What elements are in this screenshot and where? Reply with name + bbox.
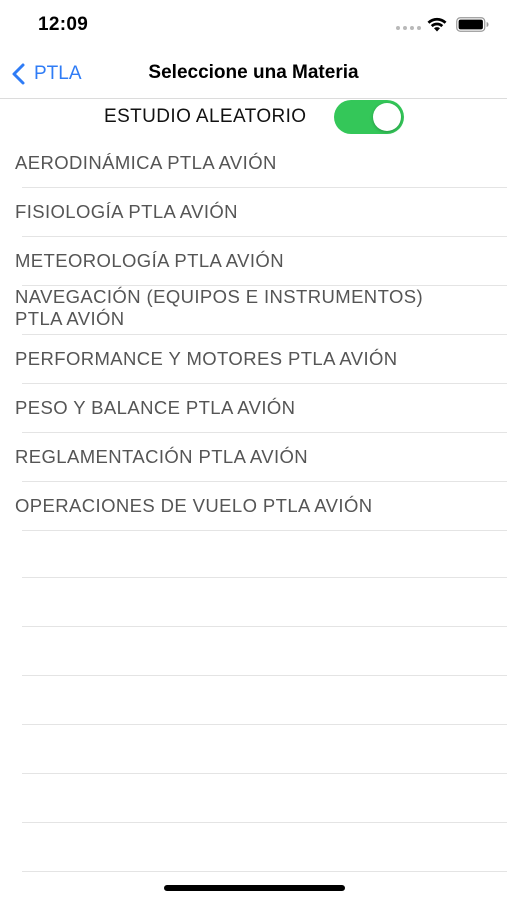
list-item-label: AERODINÁMICA PTLA AVIÓN bbox=[15, 152, 277, 173]
list-item-reglamentacion[interactable]: REGLAMENTACIÓN PTLA AVIÓN bbox=[15, 433, 507, 482]
list-item-label: PERFORMANCE Y MOTORES PTLA AVIÓN bbox=[15, 348, 398, 369]
status-time: 12:09 bbox=[38, 14, 89, 35]
list-item-label: PESO Y BALANCE PTLA AVIÓN bbox=[15, 397, 296, 418]
list-item-label: METEOROLOGÍA PTLA AVIÓN bbox=[15, 250, 284, 271]
empty-row bbox=[22, 725, 507, 774]
page-title: Seleccione una Materia bbox=[148, 62, 359, 83]
empty-row bbox=[22, 578, 507, 627]
list-item-fisiologia[interactable]: FISIOLOGÍA PTLA AVIÓN bbox=[15, 188, 507, 237]
subject-list: AERODINÁMICA PTLA AVIÓN FISIOLOGÍA PTLA … bbox=[0, 139, 507, 531]
list-item-meteorologia[interactable]: METEOROLOGÍA PTLA AVIÓN bbox=[15, 237, 507, 286]
battery-icon bbox=[456, 17, 489, 32]
empty-row bbox=[22, 823, 507, 872]
list-item-label-line2: PTLA AVIÓN bbox=[15, 308, 125, 329]
wifi-icon bbox=[427, 17, 447, 32]
list-item-performance[interactable]: PERFORMANCE Y MOTORES PTLA AVIÓN bbox=[15, 335, 507, 384]
empty-row bbox=[22, 627, 507, 676]
toggle-knob bbox=[373, 103, 401, 131]
navigation-bar: PTLA Seleccione una Materia bbox=[0, 50, 507, 99]
empty-row bbox=[22, 529, 507, 578]
list-item-aerodinamica[interactable]: AERODINÁMICA PTLA AVIÓN bbox=[15, 139, 507, 188]
list-item-navegacion[interactable]: NAVEGACIÓN (EQUIPOS E INSTRUMENTOS) PTLA… bbox=[15, 286, 507, 335]
list-item-label: REGLAMENTACIÓN PTLA AVIÓN bbox=[15, 446, 309, 467]
list-item-label: NAVEGACIÓN (EQUIPOS E INSTRUMENTOS) PTLA… bbox=[15, 286, 423, 330]
list-item-operaciones[interactable]: OPERACIONES DE VUELO PTLA AVIÓN bbox=[15, 482, 507, 531]
list-item-peso-balance[interactable]: PESO Y BALANCE PTLA AVIÓN bbox=[15, 384, 507, 433]
list-item-label: FISIOLOGÍA PTLA AVIÓN bbox=[15, 201, 238, 222]
list-item-label: OPERACIONES DE VUELO PTLA AVIÓN bbox=[15, 495, 373, 516]
empty-table-rows bbox=[22, 529, 507, 872]
signal-dots-icon bbox=[396, 26, 422, 30]
random-study-label: ESTUDIO ALEATORIO bbox=[104, 106, 307, 127]
empty-row bbox=[22, 676, 507, 725]
empty-row bbox=[22, 774, 507, 823]
random-study-toggle[interactable] bbox=[334, 100, 404, 134]
home-indicator[interactable] bbox=[164, 885, 345, 891]
list-item-label-line1: NAVEGACIÓN (EQUIPOS E INSTRUMENTOS) bbox=[15, 286, 424, 307]
status-bar: 12:09 bbox=[0, 0, 507, 50]
random-study-row: ESTUDIO ALEATORIO bbox=[0, 98, 507, 136]
